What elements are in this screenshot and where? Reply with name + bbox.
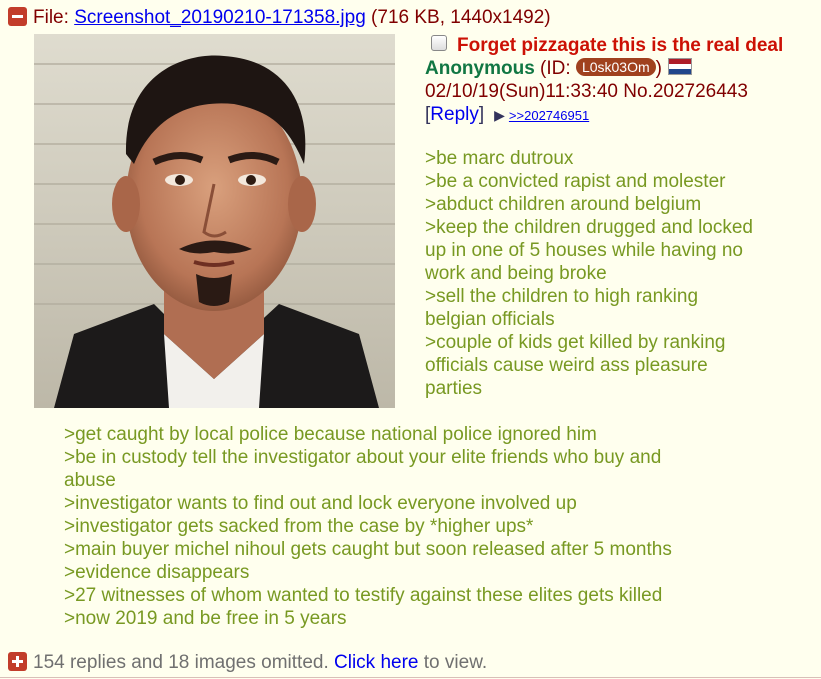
reply-bracket-close: ]	[478, 104, 485, 125]
portrait-image	[34, 34, 395, 408]
post-number-label[interactable]: No.	[623, 81, 653, 102]
greentext-line: >main buyer michel nihoul gets caught bu…	[64, 539, 672, 560]
poster-id-badge[interactable]: L0sk03Om	[575, 58, 656, 76]
greentext-line: >27 witnesses of whom wanted to testify …	[64, 585, 663, 606]
post-body-full: >get caught by local police because nati…	[64, 423, 764, 630]
file-name-link[interactable]: Screenshot_20190210-171358.jpg	[74, 7, 366, 28]
greentext-line: >be a convicted rapist and molester	[425, 171, 726, 192]
post-body-right: >be marc dutroux >be a convicted rapist …	[425, 147, 755, 400]
greentext-line: >be in custody tell the investigator abo…	[64, 447, 662, 491]
plus-icon[interactable]	[8, 652, 27, 671]
checkbox-icon[interactable]	[431, 35, 447, 51]
greentext-line: >abduct children around belgium	[425, 194, 702, 215]
divider	[0, 677, 821, 678]
greentext-line: >investigator wants to find out and lock…	[64, 493, 577, 514]
post-datetime: 02/10/19(Sun)11:33:40	[425, 81, 618, 102]
reply-button[interactable]: Reply	[430, 104, 479, 125]
poster-name: Anonymous	[425, 58, 535, 79]
greentext-line: >get caught by local police because nati…	[64, 424, 597, 445]
file-meta: (716 KB, 1440x1492)	[365, 7, 551, 28]
reply-link: [Reply]	[425, 104, 484, 125]
file-info: File: Screenshot_20190210-171358.jpg (71…	[8, 6, 551, 30]
greentext-line: >be marc dutroux	[425, 148, 574, 169]
backlink-reply[interactable]: >>202746951	[509, 108, 589, 123]
post-image-thumbnail[interactable]	[34, 34, 395, 408]
greentext-line: >sell the children to high ranking belgi…	[425, 286, 699, 330]
id-prefix: (ID:	[534, 58, 576, 79]
greentext-line: >couple of kids get killed by ranking of…	[425, 332, 726, 399]
file-label: File:	[33, 7, 75, 28]
greentext-line: >evidence disappears	[64, 562, 250, 583]
greentext-line: >investigator gets sacked from the case …	[64, 516, 534, 537]
flag-netherlands-icon	[667, 58, 692, 75]
arrow-right-icon[interactable]: ▶	[494, 107, 505, 123]
omitted-text: 154 replies and 18 images omitted.	[33, 652, 335, 673]
post-subject: Forget pizzagate this is the real deal	[457, 35, 784, 56]
post-number[interactable]: 202726443	[653, 81, 748, 102]
greentext-line: >now 2019 and be free in 5 years	[64, 608, 347, 629]
id-suffix: )	[655, 58, 662, 79]
omitted-summary: 154 replies and 18 images omitted. Click…	[8, 651, 487, 675]
minus-icon[interactable]	[8, 7, 27, 26]
post-header: Forget pizzagate this is the real deal A…	[425, 34, 815, 127]
omitted-suffix: to view.	[418, 652, 488, 673]
click-here-link[interactable]: Click here	[334, 652, 418, 673]
greentext-line: >keep the children drugged and locked up…	[425, 217, 753, 284]
